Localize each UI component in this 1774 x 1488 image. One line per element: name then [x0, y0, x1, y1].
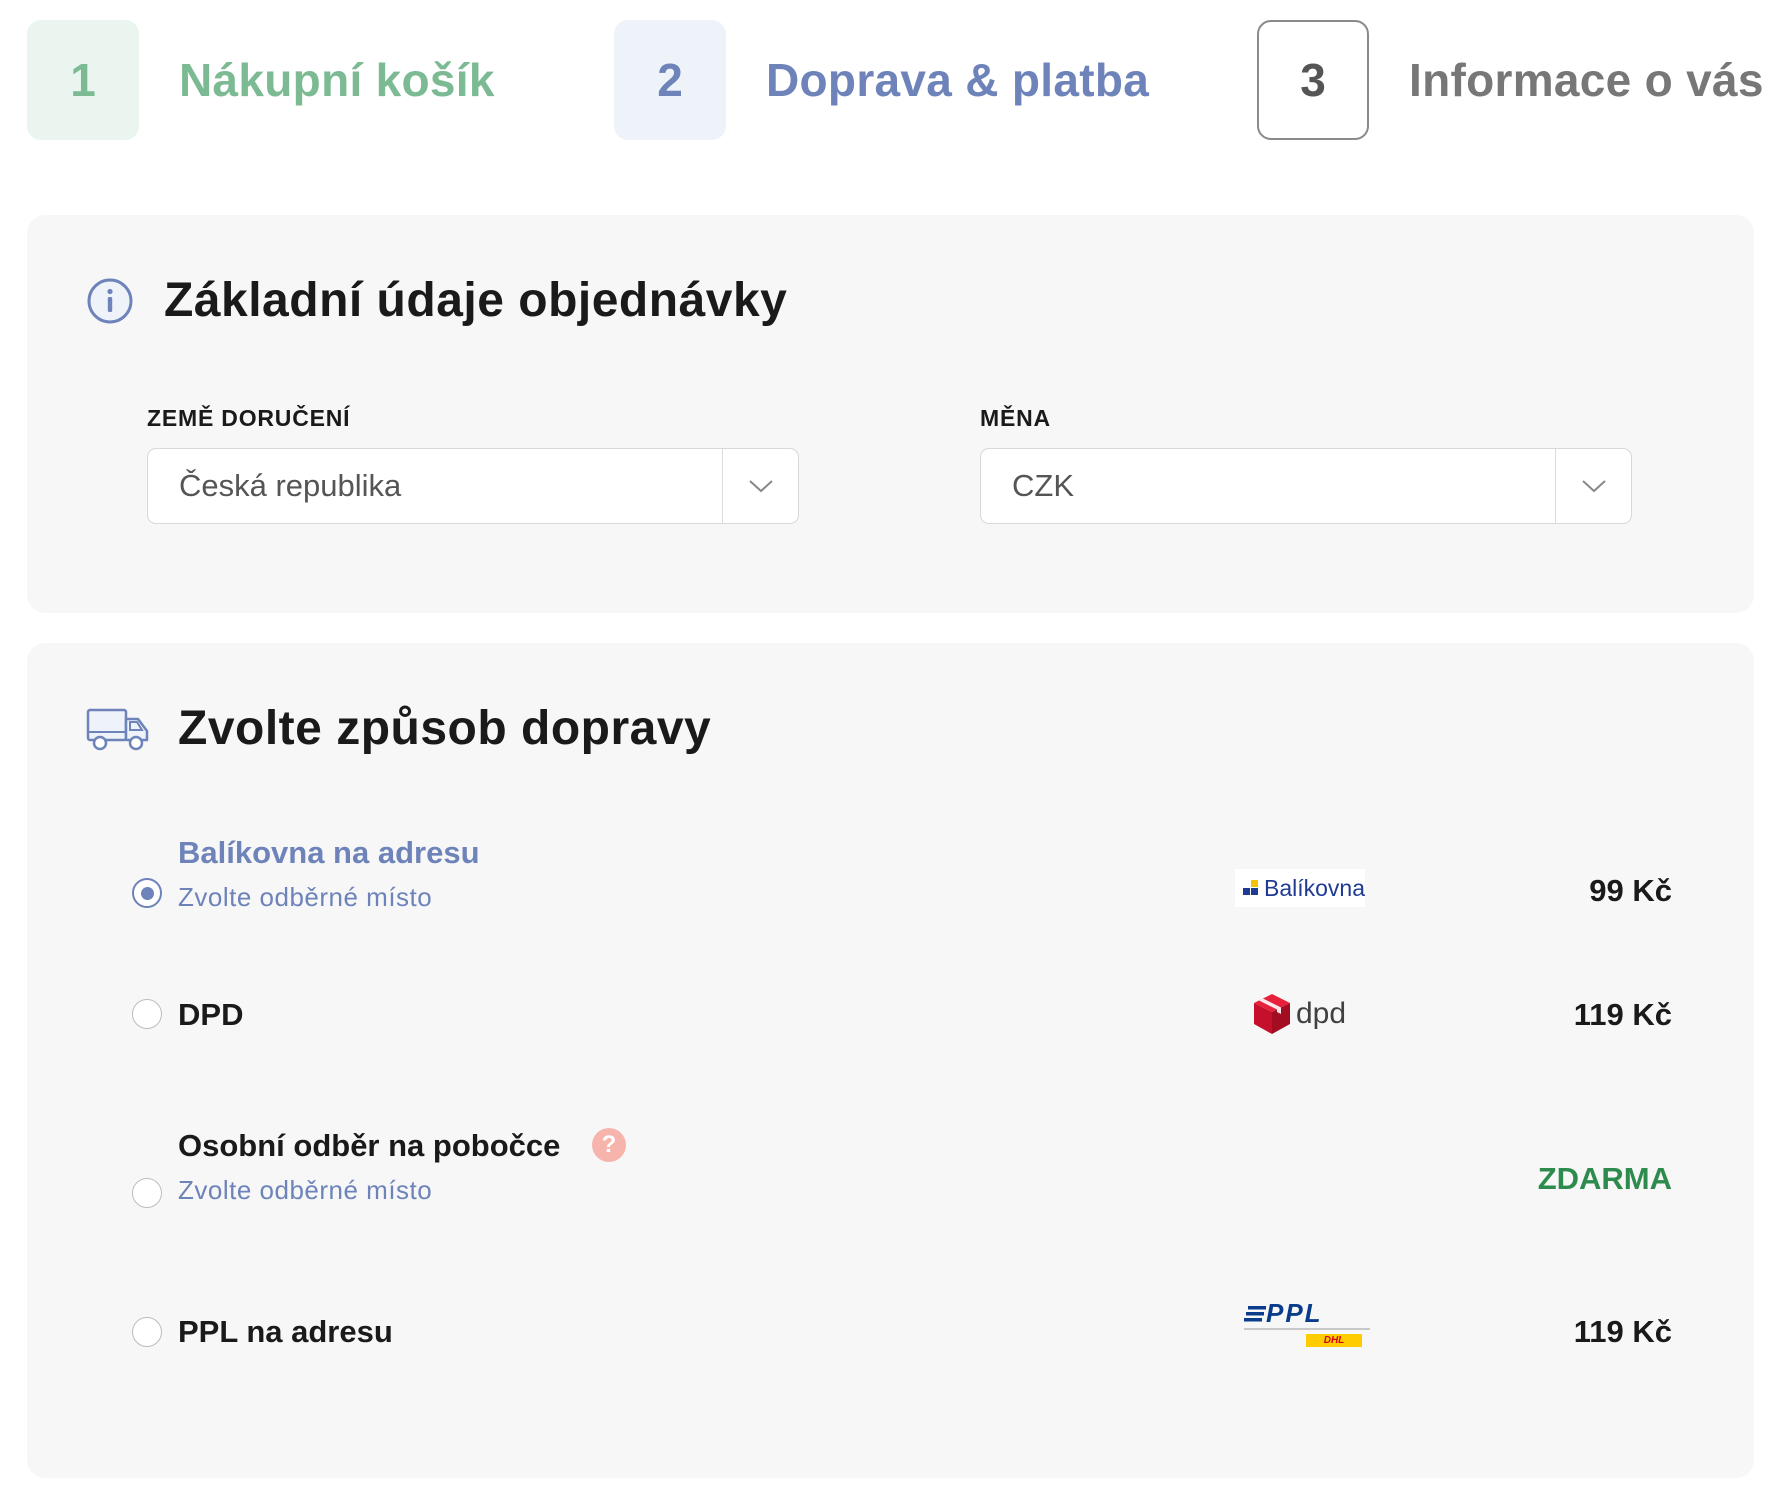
option-price: 119 Kč	[1573, 997, 1672, 1032]
select-divider	[1554, 449, 1556, 523]
step-number: 2	[614, 20, 726, 140]
step-number: 1	[27, 20, 139, 140]
basic-info-title: Základní údaje objednávky	[164, 274, 788, 327]
currency-label: MĚNA	[980, 405, 1051, 431]
shipping-option-personal-pickup[interactable]: Osobní odběr na pobočce ? Zvolte odběrné…	[132, 1128, 1672, 1218]
ppl-logo-text: PPL	[1266, 1298, 1323, 1328]
truck-icon	[86, 708, 149, 751]
info-icon	[87, 278, 133, 324]
balikovna-logo-text: Balíkovna	[1263, 874, 1365, 901]
balikovna-logo: Balíkovna	[1235, 869, 1365, 907]
shipping-option-balikovna[interactable]: Balíkovna na adresu Zvolte odběrné místo…	[132, 835, 1672, 925]
country-label: ZEMĚ DORUČENÍ	[147, 405, 351, 431]
dhl-logo-text: DHL	[1323, 1335, 1345, 1346]
help-icon[interactable]: ?	[592, 1128, 626, 1162]
shipping-option-dpd[interactable]: DPD dpd 119 Kč	[132, 983, 1672, 1043]
balikovna-squares-icon	[1243, 880, 1258, 895]
step-shipping-payment[interactable]: 2 Doprava & platba	[614, 20, 1149, 140]
option-subtitle-pickup-link[interactable]: Zvolte odběrné místo	[178, 1175, 432, 1206]
radio-balikovna[interactable]	[132, 878, 162, 908]
dpd-cube-icon	[1254, 994, 1290, 1034]
ppl-logo: PPL DHL	[1244, 1298, 1374, 1354]
shipping-title: Zvolte způsob dopravy	[178, 702, 712, 755]
option-name: DPD	[178, 997, 244, 1032]
option-subtitle-pickup-link[interactable]: Zvolte odběrné místo	[178, 882, 432, 913]
option-name: Balíkovna na adresu	[178, 835, 480, 870]
step-label: Informace o vás	[1409, 54, 1764, 106]
step-label: Nákupní košík	[179, 54, 495, 106]
step-number: 3	[1257, 20, 1369, 140]
chevron-down-icon	[1582, 480, 1606, 493]
currency-value: CZK	[1012, 468, 1074, 503]
radio-dpd[interactable]	[132, 999, 162, 1029]
dhl-badge: DHL	[1306, 1334, 1362, 1347]
shipping-card: Zvolte způsob dopravy Balíkovna na adres…	[27, 643, 1754, 1478]
ppl-logo-divider	[1244, 1328, 1370, 1330]
country-value: Česká republika	[179, 468, 402, 503]
option-price-free: ZDARMA	[1537, 1161, 1672, 1196]
option-price: 119 Kč	[1573, 1314, 1672, 1349]
step-label: Doprava & platba	[766, 54, 1150, 106]
step-cart[interactable]: 1 Nákupní košík	[27, 20, 495, 140]
step-customer-info[interactable]: 3 Informace o vás	[1257, 20, 1764, 140]
chevron-down-icon	[749, 480, 773, 493]
dpd-logo: dpd	[1252, 991, 1346, 1037]
option-price: 99 Kč	[1589, 873, 1672, 908]
country-select[interactable]: Česká republika	[147, 448, 799, 524]
radio-personal-pickup[interactable]	[132, 1178, 162, 1208]
option-name: PPL na adresu	[178, 1314, 393, 1349]
shipping-option-ppl[interactable]: PPL na adresu PPL DHL 119 Kč	[132, 1298, 1672, 1358]
select-divider	[721, 449, 723, 523]
radio-ppl[interactable]	[132, 1317, 162, 1347]
option-name: Osobní odběr na pobočce	[178, 1128, 561, 1163]
ppl-wordmark: PPL	[1244, 1298, 1323, 1329]
ppl-stripes-icon	[1244, 1305, 1266, 1321]
dpd-logo-text: dpd	[1296, 997, 1347, 1030]
currency-select[interactable]: CZK	[980, 448, 1632, 524]
basic-info-card: Základní údaje objednávky ZEMĚ DORUČENÍ …	[27, 215, 1754, 613]
